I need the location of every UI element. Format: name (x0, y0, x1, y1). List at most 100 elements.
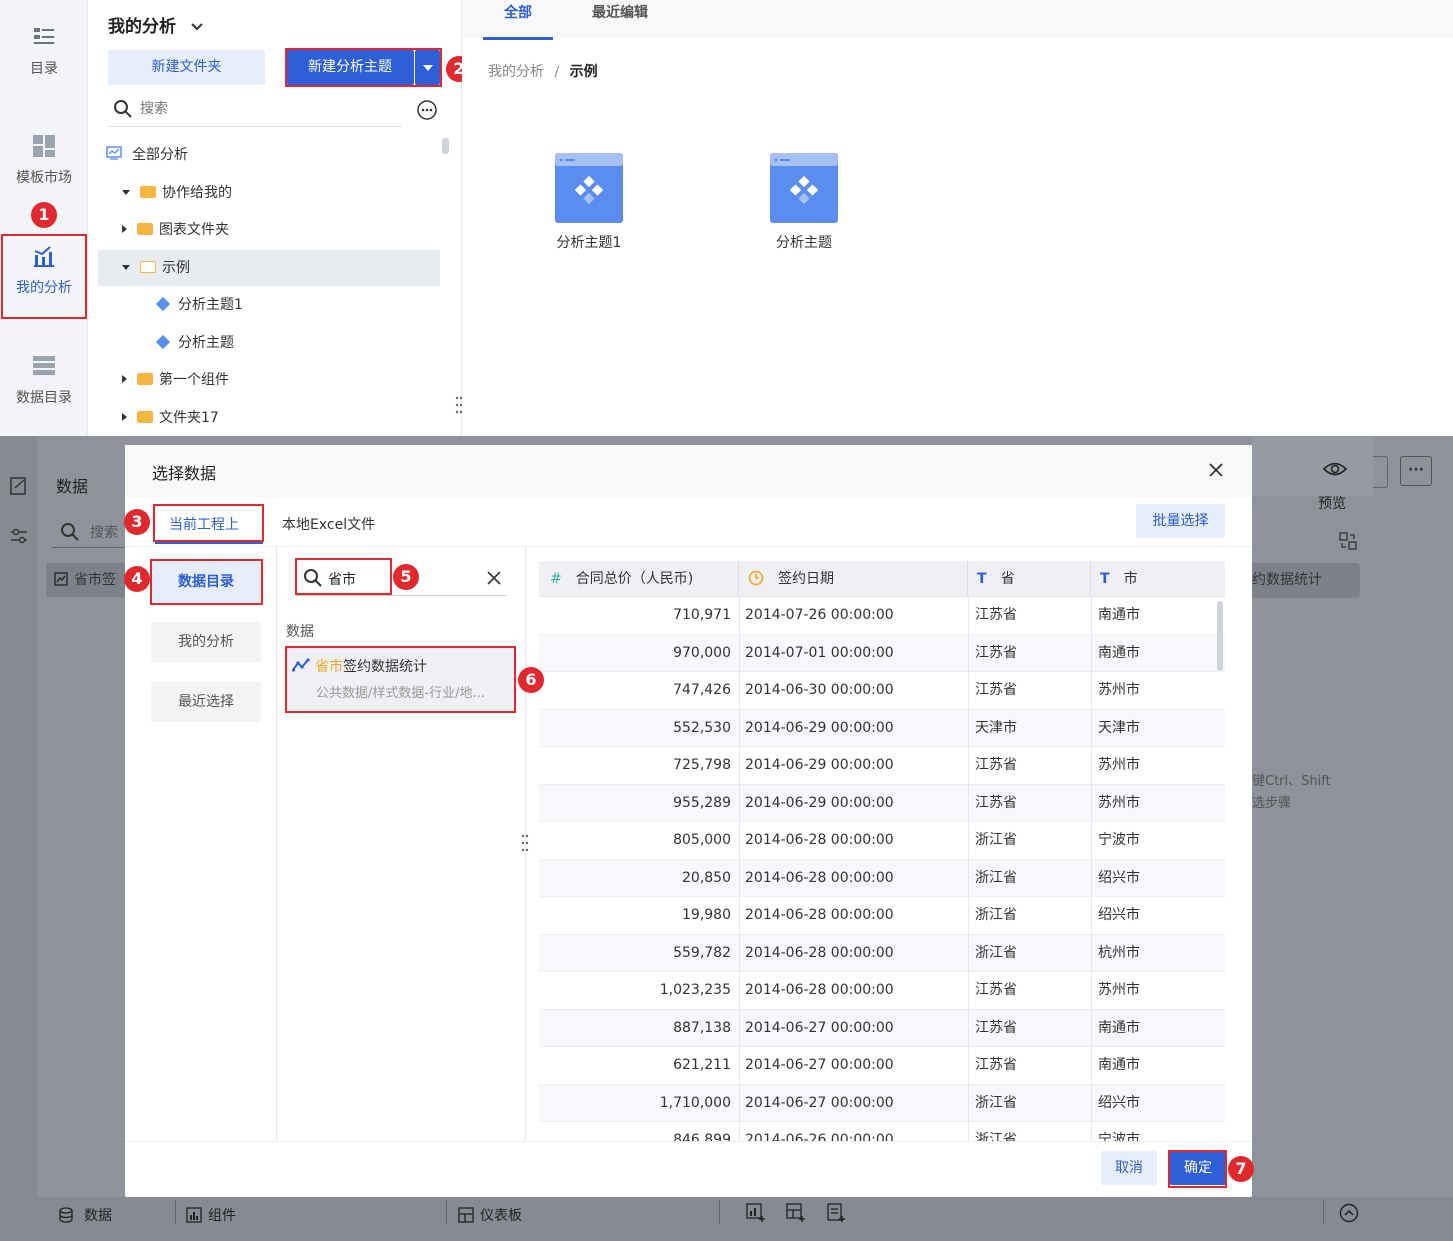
dashboard-icon (458, 1207, 474, 1223)
table-cell: 绍兴市 (1098, 907, 1140, 923)
tab-recent[interactable]: 最近编辑 (592, 2, 648, 22)
tab-local-excel[interactable]: 本地Excel文件 (282, 514, 375, 534)
column-header-date[interactable]: 签约日期 (739, 561, 968, 597)
highlight-box (1, 234, 87, 319)
table-cell: 浙江省 (975, 1094, 1017, 1111)
bottom-tab-label: 仪表板 (480, 1208, 522, 1224)
table-cell: 南通市 (1098, 644, 1140, 661)
step-badge: 6 (518, 667, 544, 693)
tree-item-label: 全部分析 (132, 147, 188, 163)
table-cell: 江苏省 (975, 982, 1017, 998)
nav-recent[interactable]: 最近选择 (151, 682, 261, 722)
table-row: 725,798 2014-06-29 00:00:00 江苏省 苏州市 (539, 747, 1225, 785)
template-grid-icon (33, 135, 55, 157)
bottom-tab-data[interactable]: 数据 (58, 1205, 112, 1225)
bg-dataset-item[interactable]: 省市签 (46, 563, 125, 597)
table-cell: 江苏省 (975, 1057, 1017, 1073)
add-dashboard-icon[interactable] (786, 1203, 806, 1223)
panel-title[interactable]: 我的分析 (108, 12, 204, 37)
tree-item-label: 协作给我的 (162, 185, 232, 201)
column-divider (968, 597, 969, 1141)
cancel-button[interactable]: 取消 (1101, 1151, 1157, 1185)
highlight-box (285, 646, 516, 713)
highlight-box (150, 559, 263, 605)
nav-my-analysis[interactable]: 我的分析 (151, 622, 261, 662)
table-cell: 2014-06-28 00:00:00 (745, 832, 894, 848)
dialog-title: 选择数据 (152, 464, 217, 483)
column-header-province[interactable]: T省 (968, 561, 1091, 597)
tree-search[interactable] (108, 93, 402, 127)
tree-item-topic-1[interactable]: 分析主题1 (155, 287, 438, 323)
table-row: 19,980 2014-06-28 00:00:00 浙江省 绍兴市 (539, 897, 1225, 935)
tree-item-folder[interactable]: 图表文件夹 (122, 212, 464, 248)
bg-toolbar-button[interactable] (1373, 456, 1388, 488)
edit-icon[interactable] (9, 476, 29, 496)
collapse-up-icon[interactable] (1339, 1203, 1359, 1223)
bottom-tab-component[interactable]: 组件 (186, 1205, 236, 1225)
column-header-price[interactable]: # 合同总价（人民币) (539, 561, 739, 597)
preview-eye-icon[interactable] (1322, 458, 1348, 480)
drag-handle-icon[interactable] (521, 834, 529, 852)
new-folder-button[interactable]: 新建文件夹 (108, 50, 265, 85)
table-cell: 2014-06-28 00:00:00 (745, 944, 894, 961)
table-cell: 天津市 (1098, 719, 1140, 736)
tree-item-shared[interactable]: 协作给我的 (122, 175, 464, 211)
table-cell: 955,289 (673, 794, 731, 811)
batch-select-button[interactable]: 批量选择 (1136, 504, 1225, 538)
tree-item-component[interactable]: 第一个组件 (122, 362, 464, 398)
folder-icon (137, 373, 153, 385)
bg-more-button[interactable]: ··· (1400, 456, 1432, 486)
table-cell: 杭州市 (1098, 944, 1140, 961)
collapsed-arrow-icon (122, 375, 127, 383)
tree-item-label: 分析主题 (178, 335, 234, 351)
tree-item-label: 第一个组件 (159, 372, 229, 388)
tab-all[interactable]: 全部 (483, 2, 553, 22)
add-report-icon[interactable] (826, 1203, 846, 1223)
topic-card[interactable]: 分析主题1 (544, 152, 634, 252)
table-cell: 552,530 (673, 719, 731, 736)
add-component-icon[interactable] (746, 1203, 766, 1223)
table-cell: 2014-06-30 00:00:00 (745, 682, 894, 698)
table-cell: 2014-06-26 00:00:00 (745, 1132, 894, 1141)
bg-right-item[interactable]: 约数据统计 (1252, 563, 1360, 598)
tree-search-input[interactable] (140, 97, 340, 121)
bg-toolbar-strip (1252, 436, 1373, 496)
filter-settings-icon[interactable] (9, 526, 29, 546)
rail-item-data-catalog[interactable]: 数据目录 (0, 353, 88, 407)
table-cell: 2014-06-27 00:00:00 (745, 1057, 894, 1073)
table-cell: 559,782 (673, 944, 731, 961)
tree-item-label: 示例 (162, 260, 190, 276)
analysis-topic-icon (155, 296, 171, 312)
table-cell: 2014-06-27 00:00:00 (745, 1094, 894, 1111)
table-scrollbar[interactable] (1217, 601, 1223, 671)
tree-item-topic[interactable]: 分析主题 (155, 325, 438, 361)
tree-item-folder-17[interactable]: 文件夹17 (122, 400, 464, 436)
tree-item-example[interactable]: 示例 (98, 250, 440, 286)
clear-icon[interactable] (487, 571, 501, 585)
table-row: 20,850 2014-06-28 00:00:00 浙江省 绍兴市 (539, 859, 1225, 897)
topic-card[interactable]: 分析主题 (759, 152, 849, 252)
more-options-icon[interactable] (416, 99, 438, 121)
table-cell: 苏州市 (1098, 682, 1140, 698)
column-label: 合同总价（人民币) (575, 571, 694, 587)
bg-search[interactable]: 搜索 (52, 516, 124, 548)
bottom-tab-label: 数据 (84, 1208, 112, 1224)
column-header-city[interactable]: T市 (1091, 561, 1225, 597)
bottom-tab-dashboard[interactable]: 仪表板 (458, 1205, 522, 1225)
table-cell: 苏州市 (1098, 794, 1140, 811)
step-badge: 1 (31, 202, 57, 228)
close-icon[interactable] (1209, 463, 1223, 477)
table-cell: 浙江省 (975, 1132, 1017, 1141)
table-cell: 2014-06-29 00:00:00 (745, 794, 894, 811)
step-badge: 7 (1228, 1156, 1254, 1182)
breadcrumb-parent[interactable]: 我的分析 (488, 64, 544, 80)
dataset-icon (54, 572, 68, 586)
rail-item-template-market[interactable]: 模板市场 (0, 133, 88, 187)
divider (446, 1200, 447, 1224)
bg-search-placeholder: 搜索 (90, 525, 118, 541)
tree-item-all[interactable]: 全部分析 (106, 137, 448, 173)
table-cell: 621,211 (673, 1057, 731, 1073)
rail-item-catalog[interactable]: 目录 (0, 24, 88, 78)
switch-layout-icon[interactable] (1339, 532, 1357, 550)
step-badge: 5 (393, 564, 419, 590)
